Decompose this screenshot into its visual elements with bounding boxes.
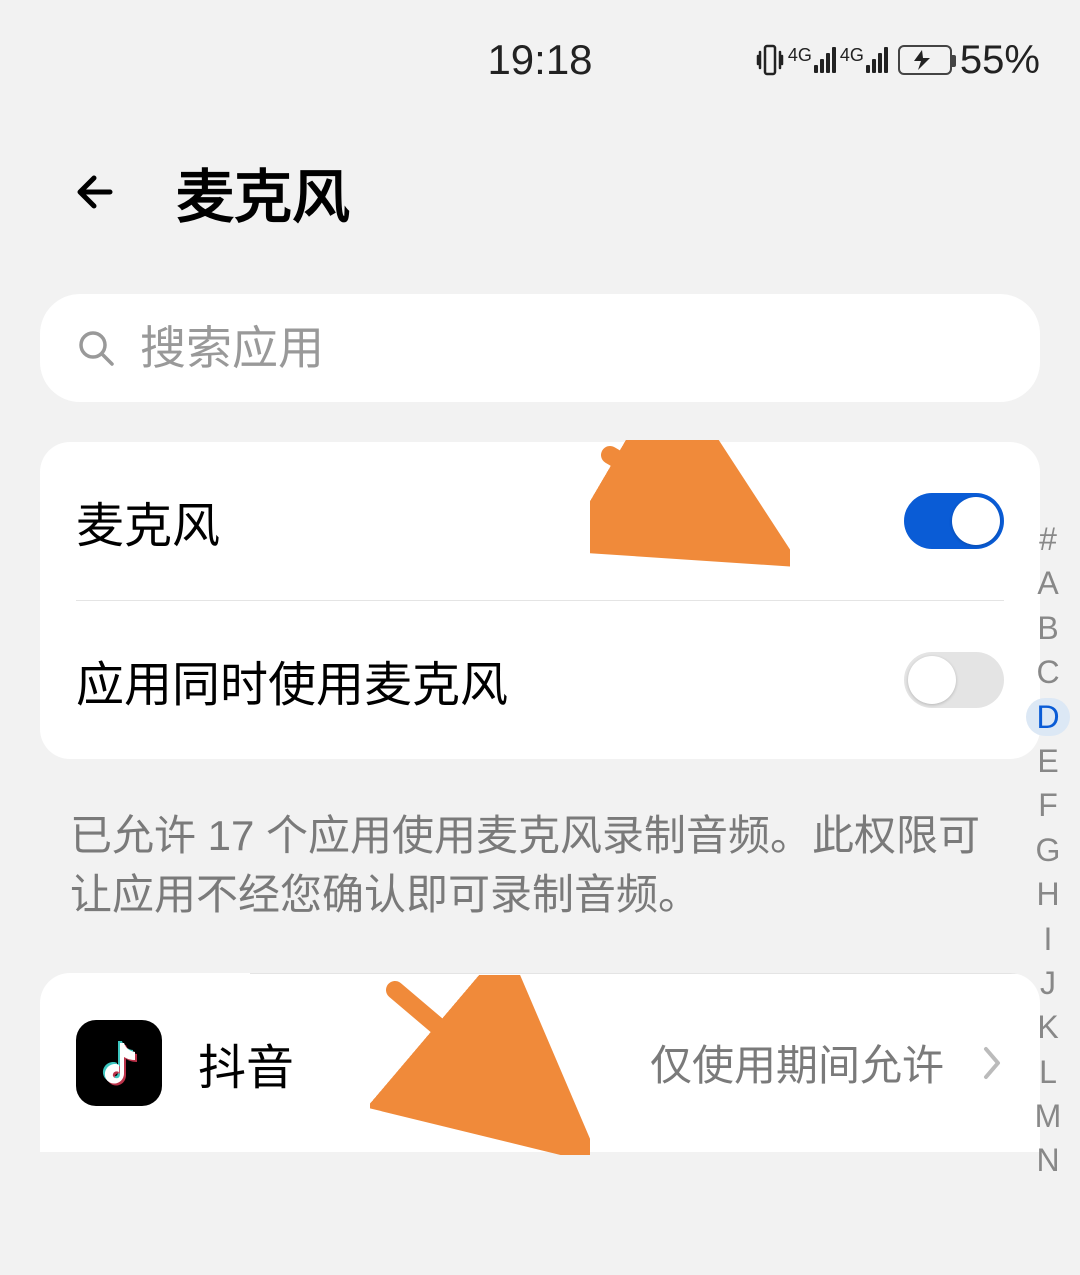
app-list-card: 抖音 仅使用期间允许 xyxy=(40,973,1040,1152)
index-letter-M[interactable]: M xyxy=(1026,1097,1070,1135)
permission-info-text: 已允许 17 个应用使用麦克风录制音频。此权限可让应用不经您确认即可录制音频。 xyxy=(0,759,1080,973)
back-button[interactable] xyxy=(70,164,126,220)
index-letter-C[interactable]: C xyxy=(1026,653,1070,691)
index-letter-K[interactable]: K xyxy=(1026,1008,1070,1046)
signal-1: 4G xyxy=(792,47,836,73)
mic-master-toggle[interactable] xyxy=(904,493,1004,549)
mic-simultaneous-row: 应用同时使用麦克风 xyxy=(40,601,1040,759)
mic-master-label: 麦克风 xyxy=(76,486,220,556)
app-permission-status: 仅使用期间允许 xyxy=(650,1032,944,1093)
index-letter-L[interactable]: L xyxy=(1026,1053,1070,1091)
page-title: 麦克风 xyxy=(176,150,350,234)
index-letter-#[interactable]: # xyxy=(1026,520,1070,558)
page-header: 麦克风 xyxy=(0,120,1080,274)
app-row-douyin[interactable]: 抖音 仅使用期间允许 xyxy=(40,974,1040,1152)
index-letter-F[interactable]: F xyxy=(1026,786,1070,824)
app-name: 抖音 xyxy=(198,1028,614,1098)
index-letter-I[interactable]: I xyxy=(1026,920,1070,958)
alpha-index-bar[interactable]: # ABCDEFGHIJKLMN xyxy=(1026,520,1070,1180)
vibration-icon xyxy=(756,42,784,78)
mic-settings-card: 麦克风 应用同时使用麦克风 xyxy=(40,442,1040,759)
index-letter-J[interactable]: J xyxy=(1026,964,1070,1002)
index-letter-H[interactable]: H xyxy=(1026,875,1070,913)
index-letter-B[interactable]: B xyxy=(1026,609,1070,647)
status-icons: 4G 4G xyxy=(756,42,952,78)
signal-2: 4G xyxy=(844,47,888,73)
index-letter-A[interactable]: A xyxy=(1026,564,1070,602)
status-time: 19:18 xyxy=(487,36,592,83)
index-letter-N[interactable]: N xyxy=(1026,1141,1070,1179)
chevron-right-icon xyxy=(980,1043,1004,1083)
index-letter-G[interactable]: G xyxy=(1026,831,1070,869)
status-bar: 19:18 4G 4G xyxy=(0,0,1080,120)
mic-master-row: 麦克风 xyxy=(40,442,1040,600)
mic-simultaneous-label: 应用同时使用麦克风 xyxy=(76,645,508,715)
index-letter-D[interactable]: D xyxy=(1026,698,1070,736)
mic-simultaneous-toggle[interactable] xyxy=(904,652,1004,708)
search-input[interactable] xyxy=(140,321,1004,375)
search-box[interactable] xyxy=(40,294,1040,402)
douyin-icon xyxy=(76,1020,162,1106)
index-letter-E[interactable]: E xyxy=(1026,742,1070,780)
search-icon xyxy=(76,328,116,368)
battery-percentage: 55% xyxy=(960,38,1040,83)
battery-icon xyxy=(898,45,952,75)
